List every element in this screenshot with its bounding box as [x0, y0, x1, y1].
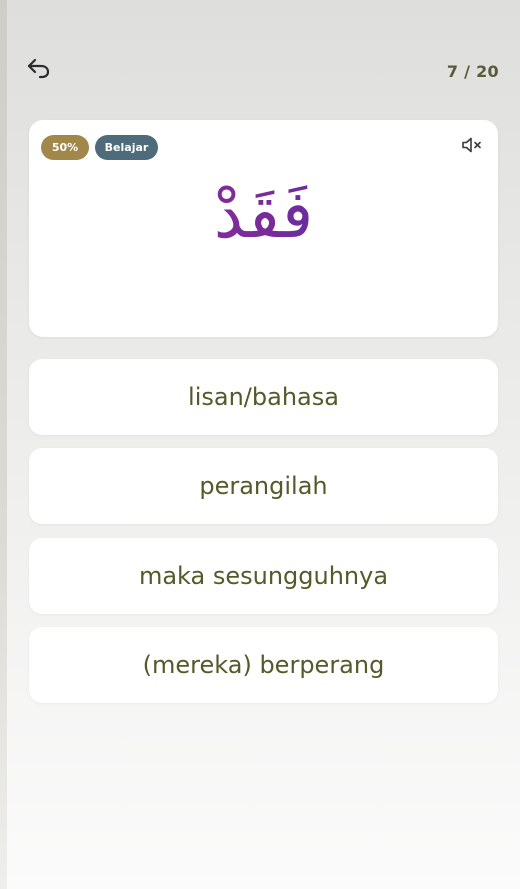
answer-option-1[interactable]: lisan/bahasa: [29, 359, 498, 435]
answer-option-3[interactable]: maka sesungguhnya: [29, 538, 498, 614]
answer-option-4[interactable]: (mereka) berperang: [29, 627, 498, 703]
progress-badge: 50%: [41, 135, 89, 160]
arabic-word: فَقَدْ: [29, 172, 498, 258]
mute-button[interactable]: [460, 136, 484, 158]
mode-badge: Belajar: [95, 135, 158, 160]
answer-option-label: perangilah: [199, 472, 328, 500]
back-button[interactable]: [22, 54, 56, 86]
window-left-edge: [0, 0, 7, 889]
answer-option-label: (mereka) berperang: [142, 651, 385, 679]
answer-option-label: maka sesungguhnya: [138, 562, 389, 590]
header-bar: 7 / 20: [0, 0, 520, 120]
answer-option-label: lisan/bahasa: [188, 383, 339, 411]
question-counter: 7 / 20: [446, 62, 499, 81]
speaker-muted-icon: [461, 136, 483, 158]
back-arrow-icon: [26, 57, 52, 83]
answer-option-2[interactable]: perangilah: [29, 448, 498, 524]
word-card: 50% Belajar فَقَدْ: [29, 120, 498, 337]
